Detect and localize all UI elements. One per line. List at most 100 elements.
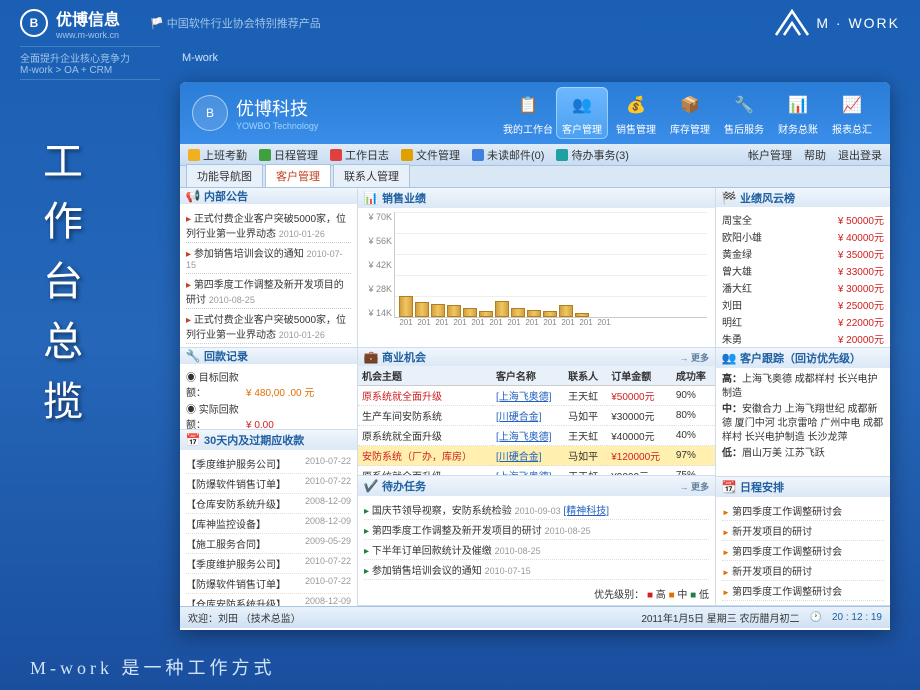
nav-icon: 👥 xyxy=(568,91,596,119)
biz-row[interactable]: 原系统就全面升级[上海飞奥德]王天虹¥40000元40% xyxy=(358,426,715,446)
nav-icon: 📋 xyxy=(514,91,542,119)
refund-title: 回款记录 xyxy=(204,348,248,364)
window-header: B 优博科技 YOWBO Technology 📋我的工作台👥客户管理💰销售管理… xyxy=(180,82,890,144)
bulletin-item[interactable]: 正式付费企业客户突破5000家，位列行业第一业界动态 2010-01-26 xyxy=(186,208,351,243)
app-title: 优博科技 xyxy=(236,95,318,121)
follow-group: 中：安徽合力 上海飞翔世纪 成都新德 厦门中河 北京雷哈 广州中电 成都样村 长… xyxy=(722,402,884,446)
toolbar-left: 上班考勤日程管理工作日志文件管理未读邮件(0) 待办事务(3) xyxy=(188,147,629,163)
tab[interactable]: 联系人管理 xyxy=(333,164,410,187)
receivable-item[interactable]: 防爆软件销售订单2010-07-22 xyxy=(186,574,351,594)
bulletin-item[interactable]: 参加销售培训会议的通知 2010-07-15 xyxy=(186,243,351,274)
outer-header: B 优博信息 www.m-work.cn 🏳️ 中国软件行业协会特别推荐产品 M… xyxy=(0,0,920,46)
toolbar-item[interactable]: 工作日志 xyxy=(330,147,389,163)
receivable-item[interactable]: 库神监控设备2008-12-09 xyxy=(186,514,351,534)
nav-icon: 📊 xyxy=(784,91,812,119)
tasks-title: 待办任务 xyxy=(382,478,426,494)
follow-title: 客户跟踪（回访优先级） xyxy=(740,350,861,366)
biz-title: 商业机会 xyxy=(382,349,426,365)
bulletin-item[interactable]: 参加销售培训会议的通知 2010-07-15 xyxy=(186,344,351,347)
receivable-item[interactable]: 季度维护服务公司2010-07-22 xyxy=(186,454,351,474)
task-item[interactable]: 下半年订单回款统计及催缴 2010-08-25 xyxy=(364,540,709,560)
left-column: 📢内部公告 正式付费企业客户突破5000家，位列行业第一业界动态 2010-01… xyxy=(180,188,358,606)
biz-row[interactable]: 安防系统（厂办，库房）[川硬合金]马如平¥120000元97% xyxy=(358,446,715,466)
schedule-list: 第四季度工作调整研讨会新开发项目的研讨第四季度工作调整研讨会新开发项目的研讨第四… xyxy=(716,497,890,605)
side-title: 工作台总揽 xyxy=(30,140,80,440)
refund-row: ◉ 实际回款额：¥ 0.00 xyxy=(186,400,351,429)
schedule-item[interactable]: 第四季度工作调整研讨会 xyxy=(722,541,884,561)
receivable-title: 30天内及过期应收款 xyxy=(204,432,304,448)
nav-item[interactable]: 📦库存管理 xyxy=(664,87,716,139)
chart-icon: 📊 xyxy=(364,191,378,205)
task-item[interactable]: 参加销售培训会议的通知 2010-07-15 xyxy=(364,560,709,580)
toolbar-item[interactable]: 文件管理 xyxy=(401,147,460,163)
outer-right-logo: M · WORK xyxy=(772,5,900,41)
rank-title: 业绩风云榜 xyxy=(740,190,795,206)
receivable-item[interactable]: 仓库安防系统升级2008-12-09 xyxy=(186,494,351,514)
chart-bar xyxy=(527,310,541,318)
perf-title: 销售业绩 xyxy=(382,190,426,206)
toolbar-right: 帐户管理帮助退出登录 xyxy=(748,147,882,163)
rank-row: 欧阳小雄¥ 40000元 xyxy=(722,228,884,245)
bulletin-item[interactable]: 正式付费企业客户突破5000家，位列行业第一业界动态 2010-01-26 xyxy=(186,309,351,344)
app-logo-icon: B xyxy=(192,95,228,131)
receivable-panel: 📅30天内及过期应收款 季度维护服务公司2010-07-22防爆软件销售订单20… xyxy=(180,430,357,606)
nav-item[interactable]: 📋我的工作台 xyxy=(502,87,554,139)
rank-row: 黄金绿¥ 35000元 xyxy=(722,245,884,262)
tasks-list: 国庆节领导视察，安防系统检验 2010-09-03 [精神科技]第四季度工作调整… xyxy=(358,496,715,584)
biz-row[interactable]: 生产车间安防系统[川硬合金]马如平¥30000元80% xyxy=(358,406,715,426)
priority-legend: 优先级别： ■ 高 ■ 中 ■ 低 xyxy=(358,584,715,603)
follow-list: 高：上海飞奥德 成都样村 长兴电护制造中：安徽合力 上海飞翔世纪 成都新德 厦门… xyxy=(716,368,890,466)
toolbar-item[interactable]: 帐户管理 xyxy=(748,147,792,163)
schedule-title: 日程安排 xyxy=(740,479,784,495)
chart-bar xyxy=(511,308,525,317)
toolbar-item[interactable]: 上班考勤 xyxy=(188,147,247,163)
nav-item[interactable]: 📈报表总汇 xyxy=(826,87,878,139)
outer-logo-icon: B xyxy=(20,9,48,37)
toolbar-item[interactable]: 帮助 xyxy=(804,147,826,163)
toolbar-item[interactable]: 待办事务(3) xyxy=(556,147,628,163)
schedule-item[interactable]: 第四季度工作调整研讨会 xyxy=(722,581,884,601)
app-logo: B 优博科技 YOWBO Technology xyxy=(192,95,318,131)
nav-icon: 🔧 xyxy=(730,91,758,119)
outer-logo-text: 优博信息 xyxy=(56,6,120,30)
chart-bar xyxy=(495,301,509,318)
biz-row[interactable]: 原系统就全面升级[上海飞奥德]王天虹¥9000元75% xyxy=(358,466,715,475)
nav-item[interactable]: 🔧售后服务 xyxy=(718,87,770,139)
refund-icon: 🔧 xyxy=(186,349,200,363)
bulletin-item[interactable]: 第四季度工作调整及新开发项目的研讨 2010-08-25 xyxy=(186,274,351,309)
schedule-item[interactable]: 新开发项目的研讨 xyxy=(722,561,884,581)
app-subtitle: YOWBO Technology xyxy=(236,121,318,131)
receivable-item[interactable]: 仓库安防系统升级2008-12-09 xyxy=(186,594,351,606)
tab[interactable]: 客户管理 xyxy=(265,164,331,187)
schedule-panel: 📆日程安排 第四季度工作调整研讨会新开发项目的研讨第四季度工作调整研讨会新开发项… xyxy=(716,477,890,606)
schedule-item[interactable]: 第四季度工作调整研讨会 xyxy=(722,501,884,521)
receivable-item[interactable]: 季度维护服务公司2010-07-22 xyxy=(186,554,351,574)
task-item[interactable]: 国庆节领导视察，安防系统检验 2010-09-03 [精神科技] xyxy=(364,500,709,520)
schedule-item[interactable]: 新开发项目的研讨 xyxy=(722,521,884,541)
rank-row: 周宝全¥ 50000元 xyxy=(722,211,884,228)
toolbar-item[interactable]: 退出登录 xyxy=(838,147,882,163)
nav-item[interactable]: 👥客户管理 xyxy=(556,87,608,139)
task-item[interactable]: 第四季度工作调整及新开发项目的研讨 2010-08-25 xyxy=(364,520,709,540)
toolbar-item[interactable]: 日程管理 xyxy=(259,147,318,163)
rank-list: 周宝全¥ 50000元欧阳小雄¥ 40000元黄金绿¥ 35000元曾大雄¥ 3… xyxy=(716,207,890,347)
nav-item[interactable]: 💰销售管理 xyxy=(610,87,662,139)
bulletin-list: 正式付费企业客户突破5000家，位列行业第一业界动态 2010-01-26参加销… xyxy=(180,204,357,347)
biz-more[interactable]: → 更多 xyxy=(679,351,709,364)
toolbar-item[interactable]: 未读邮件(0) xyxy=(472,147,544,163)
nav-item[interactable]: 📊财务总账 xyxy=(772,87,824,139)
refund-list: ◉ 目标回款额：¥ 480,00 .00 元◉ 实际回款额：¥ 0.00◉ 计划… xyxy=(180,364,357,429)
receivable-icon: 📅 xyxy=(186,433,200,447)
nav-icon: 📦 xyxy=(676,91,704,119)
tasks-more[interactable]: → 更多 xyxy=(679,480,709,493)
tab[interactable]: 功能导航图 xyxy=(186,164,263,187)
biz-icon: 💼 xyxy=(364,350,378,364)
tabs: 功能导航图客户管理联系人管理 xyxy=(180,166,890,188)
receivable-item[interactable]: 防爆软件销售订单2010-07-22 xyxy=(186,474,351,494)
biz-row[interactable]: 原系统就全面升级[上海飞奥德]王天虹¥50000元90% xyxy=(358,386,715,406)
receivable-item[interactable]: 施工服务合同2009-05-29 xyxy=(186,534,351,554)
follow-icon: 👥 xyxy=(722,351,736,365)
content-area: 📢内部公告 正式付费企业客户突破5000家，位列行业第一业界动态 2010-01… xyxy=(180,188,890,606)
chart-x-axis: 201201201201201201201201201201201201 xyxy=(394,318,707,327)
chart-bar xyxy=(431,304,445,318)
